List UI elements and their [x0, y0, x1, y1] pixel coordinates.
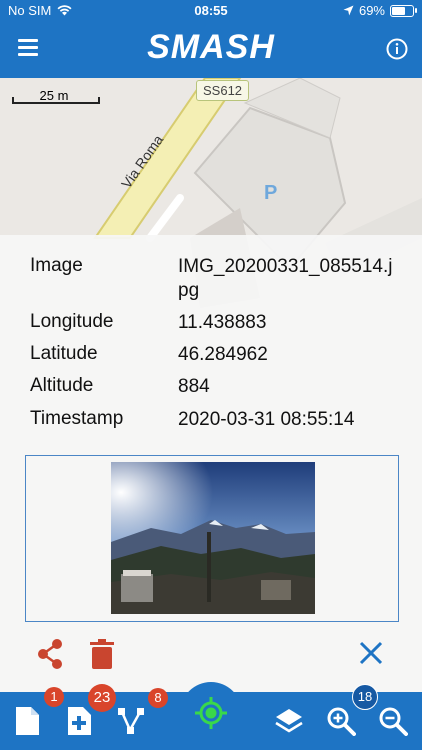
battery-icon — [390, 4, 417, 17]
road-label: SS612 — [196, 80, 250, 101]
info-icon[interactable] — [386, 38, 408, 60]
info-key: Image — [30, 255, 83, 276]
photo-thumbnail[interactable] — [111, 462, 315, 614]
app-title: SMASH — [147, 28, 275, 66]
zoom-level-badge: 18 — [352, 684, 378, 710]
close-icon[interactable] — [359, 641, 383, 665]
status-bar: No SIM 08:55 69% — [0, 0, 422, 22]
info-value: IMG_20200331_085514.jpg — [178, 256, 393, 301]
info-key: Longitude — [30, 311, 114, 332]
gps-target-icon — [195, 697, 227, 729]
info-value: 46.284962 — [178, 344, 268, 365]
gps-button[interactable] — [180, 682, 242, 744]
zoom-out-icon[interactable] — [378, 706, 408, 736]
battery-percent: 69% — [358, 3, 385, 18]
share-icon[interactable] — [36, 638, 64, 670]
info-key: Latitude — [30, 343, 98, 364]
image-info-panel: Image IMG_20200331_085514.jpg Longitude … — [0, 235, 422, 695]
location-arrow-icon — [343, 5, 354, 16]
add-note-icon[interactable] — [64, 706, 94, 736]
layers-icon[interactable] — [274, 706, 304, 736]
note-icon[interactable] — [12, 706, 42, 736]
info-value: 11.438883 — [178, 312, 267, 333]
trash-icon[interactable] — [90, 639, 114, 669]
bottom-toolbar: 1 23 8 18 — [0, 682, 422, 750]
map-scale: 25 m — [12, 88, 100, 104]
parking-label: P — [264, 182, 278, 204]
zoom-in-icon[interactable] — [326, 706, 356, 736]
info-key: Timestamp — [30, 408, 124, 429]
info-value: 884 — [178, 376, 210, 397]
image-preview-box — [25, 455, 399, 622]
app-bar: SMASH — [0, 22, 422, 78]
add-count-badge: 23 — [88, 684, 116, 712]
gps-log-icon[interactable] — [116, 706, 146, 736]
notes-count-badge: 1 — [44, 687, 64, 707]
info-value: 2020-03-31 08:55:14 — [178, 409, 355, 430]
gps-log-count-badge: 8 — [148, 688, 168, 708]
info-key: Altitude — [30, 375, 94, 396]
